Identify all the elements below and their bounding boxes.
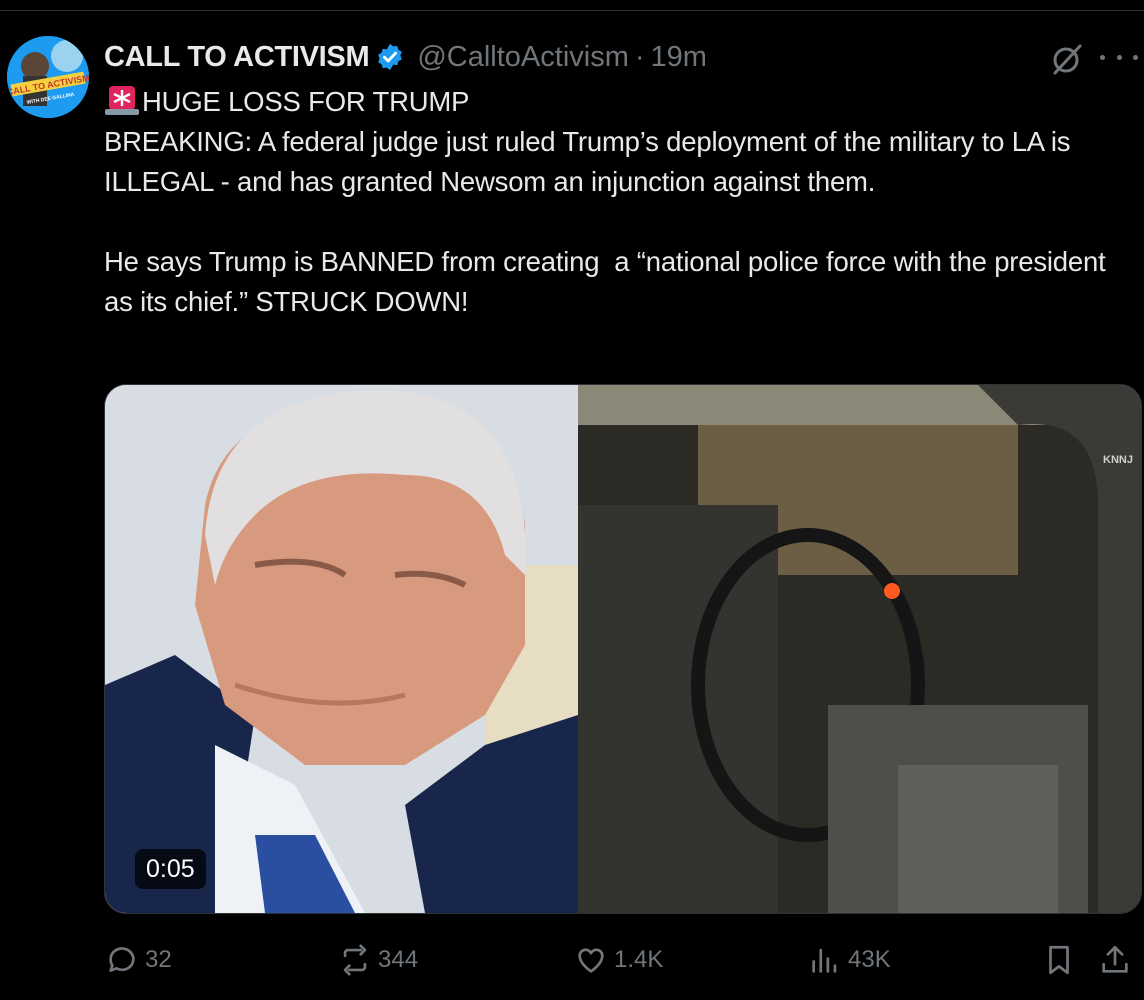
video-watermark: KNNJ: [1103, 454, 1133, 466]
reply-count: 32: [145, 946, 172, 973]
separator-dot: ·: [634, 40, 645, 73]
avatar[interactable]: CALL TO ACTIVISM WITH DEE GALLINA: [7, 36, 89, 118]
repost-count: 344: [378, 946, 419, 973]
tweet-body: BREAKING: A federal judge just ruled Tru…: [104, 126, 1106, 317]
share-icon: [1102, 945, 1128, 973]
siren-emoji-icon: [105, 86, 139, 115]
reply-icon: [109, 947, 135, 972]
video-duration: 0:05: [135, 849, 206, 889]
grok-icon[interactable]: [1050, 42, 1084, 76]
views-button[interactable]: 43K: [808, 940, 891, 980]
video-player[interactable]: KNNJ 0:05: [104, 384, 1142, 914]
like-icon: [578, 948, 604, 973]
views-count: 43K: [848, 946, 891, 973]
top-divider: [0, 10, 1144, 11]
display-name[interactable]: CALL TO ACTIVISM: [104, 41, 370, 74]
repost-button[interactable]: 344: [338, 940, 418, 980]
tweet-header: CALL TO ACTIVISM @CalltoActivism · 19m: [104, 40, 707, 74]
like-count: 1.4K: [614, 946, 664, 973]
views-icon: [812, 948, 837, 973]
like-button[interactable]: 1.4K: [574, 940, 663, 980]
action-bar: 32 344 1.4K 43K: [0, 940, 1144, 980]
video-frame-vehicle: KNNJ: [578, 385, 1141, 913]
avatar-image: CALL TO ACTIVISM WITH DEE GALLINA: [7, 36, 89, 118]
tweet-text: HUGE LOSS FOR TRUMP BREAKING: A federal …: [104, 82, 1139, 322]
share-button[interactable]: [1098, 940, 1138, 980]
timestamp[interactable]: 19m: [651, 41, 707, 74]
bookmark-icon: [1049, 945, 1069, 975]
video-frame-portrait: [105, 385, 578, 913]
more-icon[interactable]: [1100, 42, 1138, 72]
bookmark-button[interactable]: [1042, 940, 1082, 980]
repost-icon: [343, 944, 367, 976]
tweet-headline: HUGE LOSS FOR TRUMP: [142, 86, 470, 117]
reply-button[interactable]: 32: [105, 940, 172, 980]
verified-badge-icon: [378, 43, 403, 71]
user-handle[interactable]: @CalltoActivism: [417, 41, 629, 74]
